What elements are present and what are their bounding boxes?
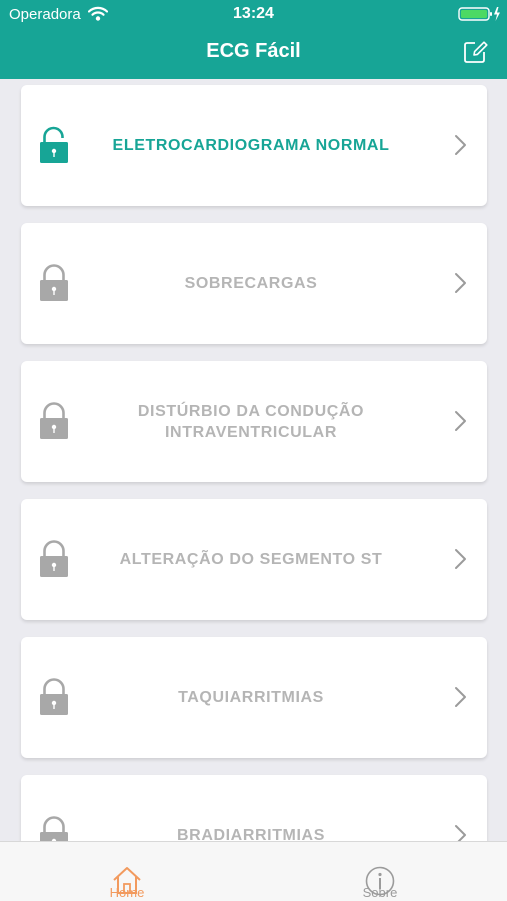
topic-label: DISTÚRBIO DA CONDUÇÃO INTRAVENTRICULAR — [137, 402, 365, 441]
unlocked-padlock-icon — [40, 126, 68, 163]
chevron-right-icon — [455, 411, 466, 431]
battery-icon — [458, 6, 502, 27]
compose-icon — [464, 41, 488, 63]
padlock-icon — [40, 264, 68, 301]
status-time: 13:24 — [233, 5, 274, 22]
padlock-icon — [40, 678, 68, 715]
chevron-right-icon — [455, 825, 466, 841]
chevron-right-icon — [455, 273, 466, 293]
page-title: ECG Fácil — [206, 40, 301, 62]
topic-label: BRADIARRITMIAS — [177, 827, 325, 841]
topic-card-disturbio-conducao[interactable]: DISTÚRBIO DA CONDUÇÃO INTRAVENTRICULAR — [21, 361, 487, 482]
topic-list: ELETROCARDIOGRAMA NORMAL SOBRECARGAS DIS… — [0, 79, 507, 841]
topic-card-taquiarritmias[interactable]: TAQUIARRITMIAS — [21, 637, 487, 758]
tab-home[interactable]: Home — [77, 842, 177, 901]
topic-card-eletrocardiograma-normal[interactable]: ELETROCARDIOGRAMA NORMAL — [21, 85, 487, 206]
chevron-right-icon — [455, 549, 466, 569]
topic-card-segmento-st[interactable]: ALTERAÇÃO DO SEGMENTO ST — [21, 499, 487, 620]
topic-label: ALTERAÇÃO DO SEGMENTO ST — [119, 551, 383, 568]
padlock-icon — [40, 540, 68, 577]
topic-label: SOBRECARGAS — [184, 275, 318, 292]
app-header: Operadora 13:24 ECG Fácil — [0, 0, 507, 79]
padlock-icon — [40, 816, 68, 841]
topic-card-bradiarritmias[interactable]: BRADIARRITMIAS — [21, 775, 487, 841]
tab-home-label: Home — [109, 885, 145, 900]
status-bar: Operadora 13:24 — [0, 0, 507, 28]
tab-bar: Home Sobre — [0, 841, 507, 901]
padlock-icon — [40, 402, 68, 439]
chevron-right-icon — [455, 135, 466, 155]
tab-about-label: Sobre — [362, 885, 398, 900]
compose-button[interactable] — [462, 38, 490, 66]
topic-card-sobrecargas[interactable]: SOBRECARGAS — [21, 223, 487, 344]
topic-label: ELETROCARDIOGRAMA NORMAL — [112, 137, 390, 154]
chevron-right-icon — [455, 687, 466, 707]
topic-label: TAQUIARRITMIAS — [178, 689, 324, 706]
tab-about[interactable]: Sobre — [330, 842, 430, 901]
